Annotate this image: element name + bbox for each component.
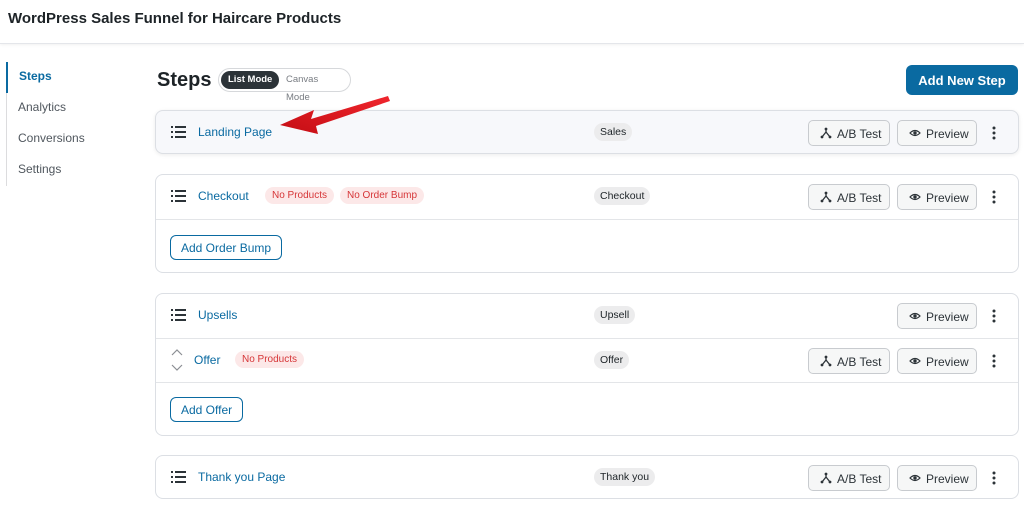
add-offer-button[interactable]: Add Offer xyxy=(170,397,244,422)
offer-row: Offer No Products Offer A/B Test Preview xyxy=(156,338,1018,382)
step-name-link[interactable]: Thank you Page xyxy=(198,470,285,484)
sidebar-nav: Steps Analytics Conversions Settings xyxy=(6,62,136,186)
step-row: Landing Page Sales A/B Test Preview xyxy=(156,111,1018,155)
preview-button[interactable]: Preview xyxy=(897,120,977,146)
ab-test-label: A/B Test xyxy=(837,472,882,486)
drag-handle-icon[interactable] xyxy=(171,309,186,321)
more-options-icon[interactable] xyxy=(988,125,1000,141)
ab-test-button[interactable]: A/B Test xyxy=(808,184,890,210)
ab-test-label: A/B Test xyxy=(837,355,882,369)
warning-badge: No Products xyxy=(235,351,305,368)
sidebar-item-analytics[interactable]: Analytics xyxy=(7,93,136,124)
preview-button[interactable]: Preview xyxy=(897,465,977,491)
page-title: WordPress Sales Funnel for Haircare Prod… xyxy=(8,10,342,27)
eye-icon xyxy=(909,129,921,137)
drag-handle-icon[interactable] xyxy=(171,190,186,202)
split-icon xyxy=(820,472,832,484)
ab-test-label: A/B Test xyxy=(837,127,882,141)
offer-name-link[interactable]: Offer xyxy=(194,353,220,367)
preview-label: Preview xyxy=(926,472,969,486)
preview-label: Preview xyxy=(926,310,969,324)
sidebar-item-settings[interactable]: Settings xyxy=(7,155,136,186)
warning-badge: No Order Bump xyxy=(340,187,425,204)
step-card-checkout: Checkout No Products No Order Bump Check… xyxy=(155,174,1019,273)
drag-handle-icon[interactable] xyxy=(171,471,186,483)
step-type-pill: Offer xyxy=(594,351,630,369)
ab-test-label: A/B Test xyxy=(837,191,882,205)
eye-icon xyxy=(909,357,921,365)
sidebar-item-steps[interactable]: Steps xyxy=(6,62,136,93)
ab-test-button[interactable]: A/B Test xyxy=(808,348,890,374)
add-order-bump-button[interactable]: Add Order Bump xyxy=(170,235,283,260)
eye-icon xyxy=(909,474,921,482)
reorder-arrows-icon[interactable] xyxy=(170,348,184,372)
section-heading: Steps xyxy=(157,69,212,91)
split-icon xyxy=(820,127,832,139)
step-row: Checkout No Products No Order Bump Check… xyxy=(156,175,1018,219)
eye-icon xyxy=(909,193,921,201)
top-bar: WordPress Sales Funnel for Haircare Prod… xyxy=(0,0,1024,44)
split-icon xyxy=(820,191,832,203)
drag-handle-icon[interactable] xyxy=(171,126,186,138)
more-options-icon[interactable] xyxy=(988,353,1000,369)
list-mode-button[interactable]: List Mode xyxy=(221,71,280,89)
view-mode-toggle: List Mode Canvas Mode xyxy=(218,68,351,103)
preview-button[interactable]: Preview xyxy=(897,348,977,374)
ab-test-button[interactable]: A/B Test xyxy=(808,120,890,146)
sidebar-item-conversions[interactable]: Conversions xyxy=(7,124,136,155)
preview-label: Preview xyxy=(926,191,969,205)
preview-button[interactable]: Preview xyxy=(897,184,977,210)
step-name-link[interactable]: Upsells xyxy=(198,308,237,322)
step-name-link[interactable]: Checkout xyxy=(198,189,249,203)
step-action-row: Add Offer xyxy=(156,382,1018,436)
step-name-link[interactable]: Landing Page xyxy=(198,125,272,139)
more-options-icon[interactable] xyxy=(988,189,1000,205)
eye-icon xyxy=(909,312,921,320)
split-icon xyxy=(820,355,832,367)
warning-badge: No Products xyxy=(265,187,335,204)
ab-test-button[interactable]: A/B Test xyxy=(808,465,890,491)
preview-button[interactable]: Preview xyxy=(897,303,977,329)
step-card-landing: Landing Page Sales A/B Test Preview xyxy=(155,110,1019,154)
step-row: Thank you Page Thank you A/B Test Previe… xyxy=(156,456,1018,500)
step-type-pill: Upsell xyxy=(594,306,636,324)
step-card-thankyou: Thank you Page Thank you A/B Test Previe… xyxy=(155,455,1019,499)
preview-label: Preview xyxy=(926,127,969,141)
more-options-icon[interactable] xyxy=(988,308,1000,324)
canvas-mode-button[interactable]: Canvas Mode xyxy=(279,71,350,103)
step-action-row: Add Order Bump xyxy=(156,219,1018,273)
step-type-pill: Checkout xyxy=(594,187,651,205)
more-options-icon[interactable] xyxy=(988,470,1000,486)
preview-label: Preview xyxy=(926,355,969,369)
add-new-step-button[interactable]: Add New Step xyxy=(906,65,1018,95)
step-type-pill: Sales xyxy=(594,123,633,141)
step-card-upsells: Upsells Upsell Preview Offer No Products… xyxy=(155,293,1019,436)
step-type-pill: Thank you xyxy=(594,468,656,486)
step-row: Upsells Upsell Preview xyxy=(156,294,1018,338)
